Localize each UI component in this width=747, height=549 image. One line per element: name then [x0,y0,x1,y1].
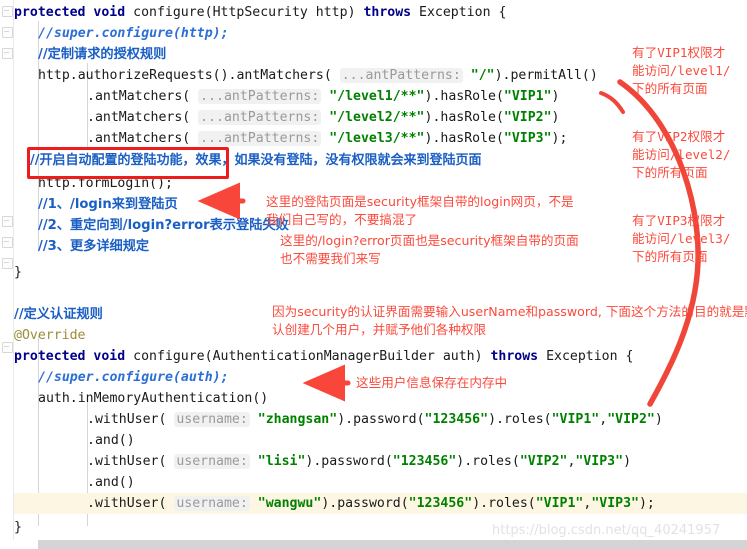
token-string-vip1: "VIP1" [551,412,600,427]
note-vip3: 有了VIP3权限才 能访问/level3/ 下的所有页面 [632,213,731,264]
code-line-17-comment[interactable]: //super.configure(auth); [38,367,229,388]
token-string-vip3: "VIP3" [503,131,552,146]
note-inmemory-storage: 这些用户信息保存在内存中 [356,375,508,390]
code-line-6[interactable]: .antMatchers( ...antPatterns: "/level2/*… [87,107,560,128]
token-type-exception: Exception [546,349,618,364]
token-method-configure: configure [133,5,205,20]
fold-marker-icon[interactable] [2,216,13,227]
token-keyword-void: void [93,5,126,20]
code-line-23-highlighted[interactable]: .withUser( username: "wangwu").password(… [14,493,747,514]
token-string-level3: "/level3/**" [329,131,425,146]
fold-marker-icon[interactable] [2,258,13,269]
token-string-password: "123456" [392,454,457,469]
token-type-exception: Exception [419,5,491,20]
fold-marker-icon[interactable] [2,6,13,17]
code-line-5[interactable]: .antMatchers( ...antPatterns: "/level1/*… [87,86,560,107]
token-param-http: http [315,5,348,20]
editor-gutter[interactable] [0,0,14,549]
token-type-authmanagerbuilder: AuthenticationManagerBuilder [212,349,435,364]
token-string-vip2: "VIP2" [607,412,655,427]
fold-marker-icon[interactable] [2,27,13,38]
param-hint-antpatterns: ...antPatterns: [198,110,322,125]
code-line-4[interactable]: http.authorizeRequests().antMatchers( ..… [38,65,598,86]
param-hint-antpatterns: ...antPatterns: [339,68,463,83]
token-keyword-protected: protected [14,349,86,364]
code-line-13[interactable]: } [14,262,22,283]
code-line-11-comment[interactable]: //2、重定向到/login?error表示登陆失败 [38,215,289,236]
token-string-zhangsan: "zhangsan" [257,412,338,427]
code-line-1[interactable]: protected void configure(HttpSecurity ht… [14,2,506,23]
token-keyword-throws: throws [363,5,412,20]
note-vip2: 有了VIP2权限才 能访问/level2/ 下的所有页面 [632,129,731,180]
token-string-wangwu: "wangwu" [257,496,322,511]
token-string-vip1: "VIP1" [503,89,552,104]
fold-marker-icon[interactable] [2,237,13,248]
code-line-14-comment[interactable]: //定义认证规则 [14,304,103,325]
code-line-21[interactable]: .withUser( username: "lisi").password("1… [87,451,631,472]
code-line-20[interactable]: .and() [87,430,135,451]
token-param-auth: auth [442,349,475,364]
note-vip1: 有了VIP1权限才 能访问/level1/ 下的所有页面 [632,45,731,96]
code-line-15-annotation[interactable]: @Override [14,325,85,346]
token-string-root: "/" [470,68,495,83]
param-hint-antpatterns: ...antPatterns: [198,89,322,104]
token-keyword-void: void [93,349,126,364]
token-string-vip2: "VIP2" [519,454,568,469]
token-string-level1: "/level1/**" [329,89,425,104]
horizontal-scrollbar[interactable] [38,540,747,549]
code-line-3-comment[interactable]: //定制请求的授权规则 [38,44,166,65]
param-hint-username: username: [174,412,250,427]
param-hint-username: username: [174,454,250,469]
code-line-7[interactable]: .antMatchers( ...antPatterns: "/level3/*… [87,128,567,149]
code-line-24[interactable]: } [14,517,22,538]
param-hint-antpatterns: ...antPatterns: [198,131,322,146]
token-keyword-throws: throws [490,349,539,364]
watermark-text: https://blog.csdn.net/qq_40241957 [492,523,721,538]
note-login-error-page: 这里的/login?error页面也是security框架自带的页面 也不需要我… [280,233,579,266]
note-login-page: 这里的登陆页面是security框架自带的login网页，不是 我们自己写的，不… [266,194,574,227]
code-line-22[interactable]: .and() [87,472,135,493]
note-inmemory-purpose: 因为security的认证界面需要输入userName和password, 下面… [272,304,747,337]
param-hint-username: username: [174,496,250,511]
fold-marker-icon[interactable] [2,48,13,59]
code-line-19[interactable]: .withUser( username: "zhangsan").passwor… [87,409,663,430]
code-line-16[interactable]: protected void configure(AuthenticationM… [14,346,633,367]
token-method-configure: configure [133,349,205,364]
fold-marker-icon[interactable] [2,342,13,353]
token-string-vip1: "VIP1" [535,496,584,511]
token-string-vip3: "VIP3" [575,454,624,469]
token-string-lisi: "lisi" [257,454,306,469]
code-line-18[interactable]: auth.inMemoryAuthentication() [38,388,268,409]
code-line-10-comment[interactable]: //1、/login来到登陆页 [38,194,178,215]
code-editor-canvas[interactable]: protected void configure(HttpSecurity ht… [0,0,747,549]
code-line-12-comment[interactable]: //3、更多详细规定 [38,236,149,257]
code-line-9[interactable]: http.formLogin(); [38,173,173,194]
token-string-password: "123456" [424,412,489,427]
token-string-level2: "/level2/**" [329,110,425,125]
vip1-connector-line [599,91,625,114]
token-string-vip3: "VIP3" [591,496,639,511]
token-string-password: "123456" [408,496,473,511]
token-keyword-protected: protected [14,5,86,20]
token-type-httpsecurity: HttpSecurity [212,5,308,20]
token-string-vip2: "VIP2" [503,110,552,125]
code-line-2-comment[interactable]: //super.configure(http); [38,23,229,44]
code-line-8-comment[interactable]: //开启自动配置的登陆功能，效果，如果没有登陆，没有权限就会来到登陆页面 [30,150,482,171]
